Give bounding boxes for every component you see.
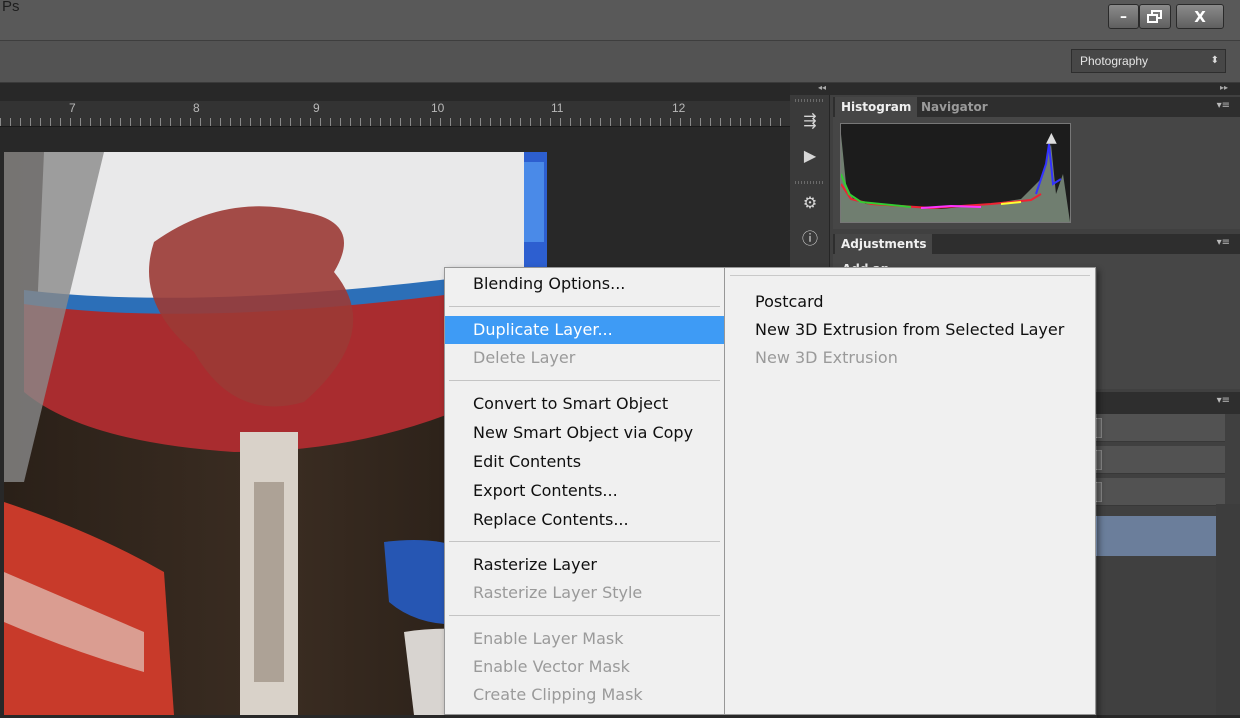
menu-item-create-clipping-mask[interactable]: Create Clipping Mask <box>445 681 724 709</box>
tab-navigator[interactable]: Navigator <box>915 97 994 117</box>
ruler-label: 12 <box>672 101 686 115</box>
ruler-label: 8 <box>193 101 200 115</box>
panel-menu-icon[interactable]: ▾≡ <box>1217 237 1230 248</box>
workspace-dropdown[interactable]: Photography ⬍ <box>1071 49 1226 73</box>
menu-item-export-contents[interactable]: Export Contents... <box>445 477 724 505</box>
layers-tabbar: ▾≡ <box>1090 392 1240 414</box>
layers-scrollbar[interactable] <box>1216 504 1240 715</box>
collapse-left-icon[interactable]: ◂◂ <box>818 83 826 92</box>
menu-item-replace-contents[interactable]: Replace Contents... <box>445 506 724 534</box>
workspace-selected: Photography <box>1080 54 1149 68</box>
menu-item-3d-extrusion[interactable]: New 3D Extrusion <box>725 344 1095 372</box>
collapse-right-icon[interactable]: ▸▸ <box>1220 83 1228 92</box>
panel-collapse-bar[interactable]: ◂◂ ▸▸ <box>790 83 1240 95</box>
ruler-ticks <box>0 118 790 126</box>
menu-item-duplicate-layer[interactable]: Duplicate Layer... <box>445 316 724 344</box>
adjustments-tabbar: Adjustments ▾≡ <box>833 234 1240 254</box>
layer-context-submenu: Postcard New 3D Extrusion from Selected … <box>724 267 1096 715</box>
info-icon[interactable]: ⓘ <box>798 228 822 250</box>
menu-item-rasterize-layer-style[interactable]: Rasterize Layer Style <box>445 579 724 607</box>
dropdown-arrow-icon: ⬍ <box>1210 55 1219 66</box>
history-icon[interactable]: ⇶ <box>798 110 822 132</box>
properties-icon[interactable]: ⚙ <box>798 192 822 214</box>
menu-item-enable-layer-mask[interactable]: Enable Layer Mask <box>445 625 724 653</box>
ruler-label: 9 <box>313 101 320 115</box>
menu-item-delete-layer[interactable]: Delete Layer <box>445 344 724 372</box>
layers-control-row <box>1090 478 1225 506</box>
tab-histogram[interactable]: Histogram <box>835 97 918 117</box>
options-bar <box>0 40 1240 83</box>
restore-button[interactable] <box>1139 4 1171 29</box>
menu-separator <box>449 541 720 542</box>
selected-layer-row[interactable] <box>1090 516 1216 556</box>
menu-item-new-smart-object-copy[interactable]: New Smart Object via Copy <box>445 419 724 447</box>
strip-grip[interactable] <box>795 99 823 102</box>
layer-context-menu: Blending Options... Duplicate Layer... D… <box>444 267 725 715</box>
layers-control-row <box>1090 414 1225 442</box>
menu-item-edit-contents[interactable]: Edit Contents <box>445 448 724 476</box>
layers-control-row <box>1090 446 1225 474</box>
tab-adjustments[interactable]: Adjustments <box>835 234 933 254</box>
restore-icon <box>1147 10 1162 23</box>
panel-menu-icon[interactable]: ▾≡ <box>1217 395 1230 406</box>
menu-item-enable-vector-mask[interactable]: Enable Vector Mask <box>445 653 724 681</box>
title-bar <box>0 0 1240 40</box>
menu-separator <box>449 306 720 307</box>
histogram-graph <box>840 123 1071 223</box>
minimize-button[interactable]: – <box>1108 4 1139 29</box>
menu-item-convert-smart-object[interactable]: Convert to Smart Object <box>445 390 724 418</box>
histogram-tabbar: Histogram Navigator ▾≡ <box>833 97 1240 117</box>
horizontal-ruler[interactable]: 7 8 9 10 11 12 <box>0 101 790 127</box>
panel-menu-icon[interactable]: ▾≡ <box>1217 100 1230 111</box>
actions-play-icon[interactable]: ▶ <box>798 145 822 167</box>
cache-warning-icon[interactable]: ▲ <box>1046 130 1057 146</box>
histogram-curves <box>841 134 1070 222</box>
strip-grip[interactable] <box>795 181 823 184</box>
ruler-label: 11 <box>551 101 564 115</box>
ruler-label: 7 <box>69 101 76 115</box>
app-logo: Ps <box>2 0 20 15</box>
menu-separator <box>449 615 720 616</box>
menu-item-rasterize-layer[interactable]: Rasterize Layer <box>445 551 724 579</box>
menu-item-3d-extrusion-selected[interactable]: New 3D Extrusion from Selected Layer <box>725 316 1095 344</box>
close-button[interactable]: X <box>1176 4 1224 29</box>
menu-item-postcard[interactable]: Postcard <box>725 288 1095 316</box>
menu-separator <box>449 380 720 381</box>
submenu-separator <box>730 275 1090 276</box>
ruler-label: 10 <box>431 101 445 115</box>
menu-item-blending-options[interactable]: Blending Options... <box>445 270 724 298</box>
